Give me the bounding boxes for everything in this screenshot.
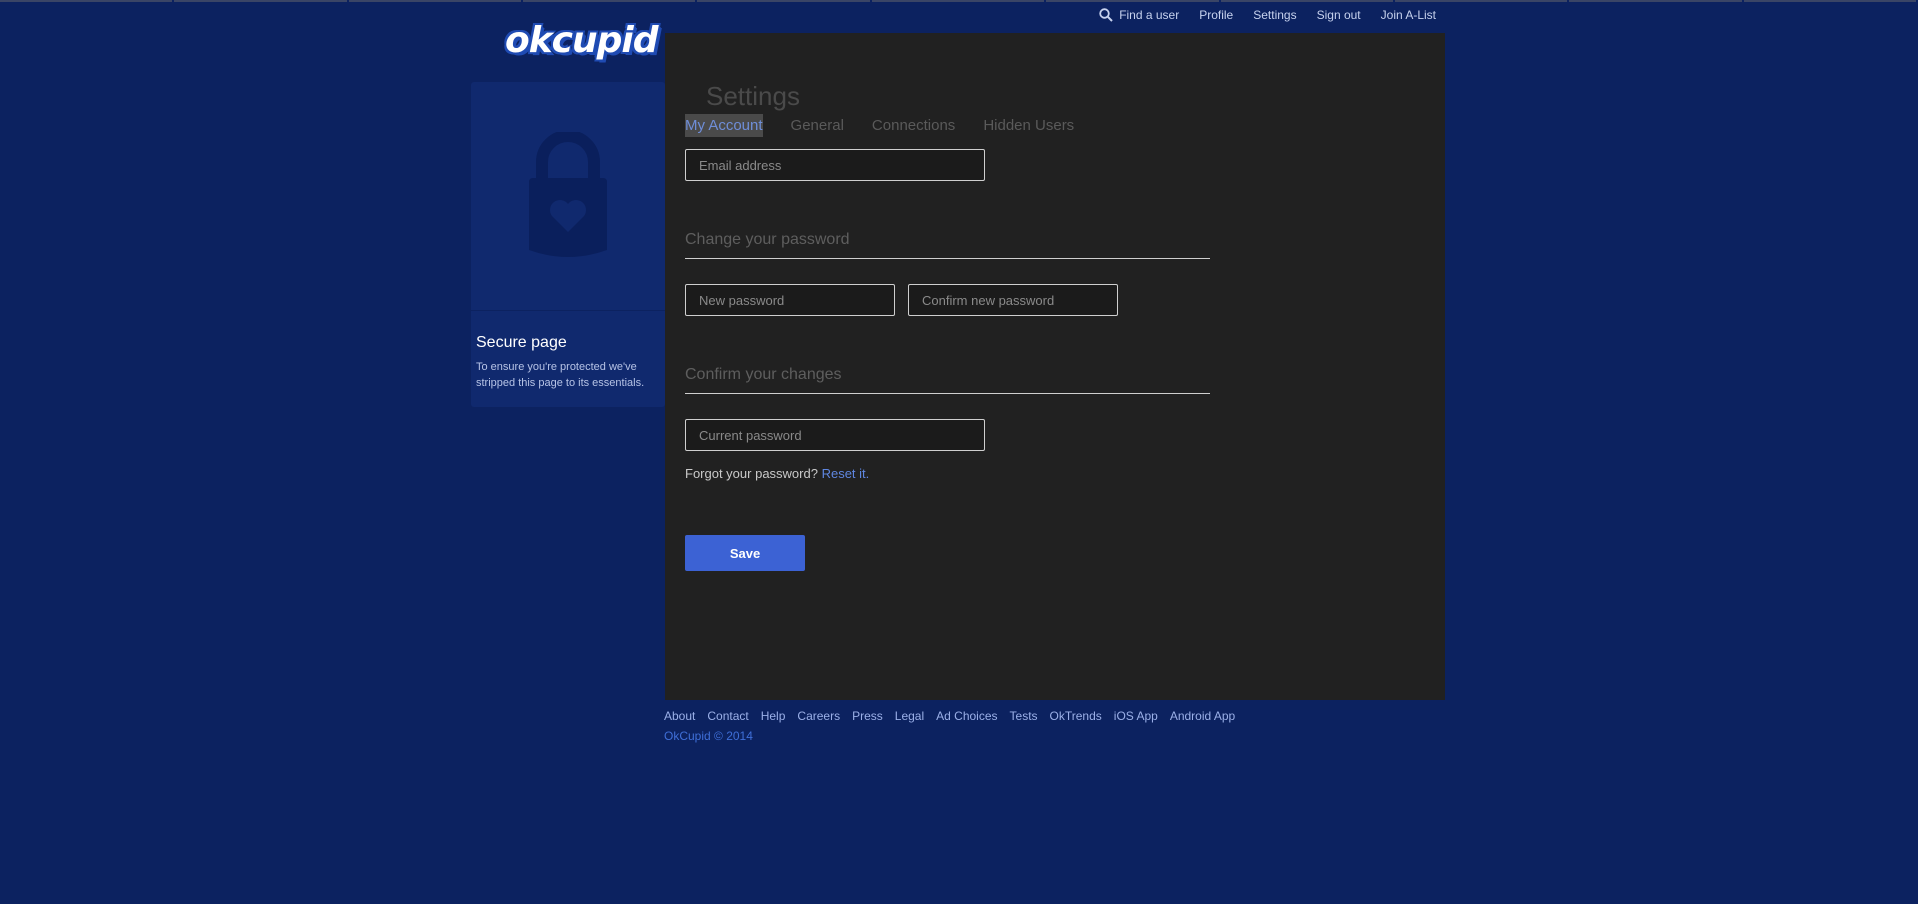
footer-link-about[interactable]: About	[664, 709, 695, 723]
settings-tabs: My Account General Connections Hidden Us…	[685, 114, 1102, 137]
settings-link[interactable]: Settings	[1253, 8, 1296, 22]
lock-illustration	[471, 82, 665, 311]
footer-link-press[interactable]: Press	[852, 709, 883, 723]
change-password-heading: Change your password	[685, 231, 850, 248]
settings-panel: Settings My Account General Connections …	[665, 33, 1445, 700]
footer-link-android-app[interactable]: Android App	[1170, 709, 1235, 723]
find-user-link[interactable]: Find a user	[1099, 8, 1179, 22]
footer-links: About Contact Help Careers Press Legal A…	[664, 709, 1247, 723]
footer-link-legal[interactable]: Legal	[895, 709, 924, 723]
confirm-changes-divider	[685, 393, 1210, 394]
profile-link[interactable]: Profile	[1199, 8, 1233, 22]
footer-link-ad-choices[interactable]: Ad Choices	[936, 709, 997, 723]
confirm-changes-heading: Confirm your changes	[685, 366, 842, 383]
search-icon	[1099, 8, 1113, 22]
sign-out-link[interactable]: Sign out	[1317, 8, 1361, 22]
footer-link-contact[interactable]: Contact	[707, 709, 748, 723]
okcupid-logo[interactable]: okcupid	[505, 20, 659, 61]
footer: About Contact Help Careers Press Legal A…	[664, 709, 1247, 743]
tab-connections[interactable]: Connections	[872, 114, 955, 137]
secure-page-sidebar: Secure page To ensure you're protected w…	[471, 82, 665, 407]
browser-tab-strip	[0, 0, 1918, 2]
new-password-field[interactable]	[685, 284, 895, 316]
tab-hidden-users[interactable]: Hidden Users	[983, 114, 1074, 137]
forgot-password-label: Forgot your password?	[685, 466, 818, 481]
footer-link-help[interactable]: Help	[761, 709, 786, 723]
current-password-field[interactable]	[685, 419, 985, 451]
footer-link-ios-app[interactable]: iOS App	[1114, 709, 1158, 723]
change-password-divider	[685, 258, 1210, 259]
lock-heart-icon	[529, 132, 607, 257]
tab-general[interactable]: General	[791, 114, 844, 137]
join-alist-link[interactable]: Join A-List	[1381, 8, 1436, 22]
reset-password-link[interactable]: Reset it.	[822, 466, 870, 481]
page-title: Settings	[706, 81, 800, 111]
footer-link-oktrends[interactable]: OkTrends	[1050, 709, 1102, 723]
email-field[interactable]	[685, 149, 985, 181]
footer-link-careers[interactable]: Careers	[797, 709, 840, 723]
confirm-new-password-field[interactable]	[908, 284, 1118, 316]
footer-link-tests[interactable]: Tests	[1010, 709, 1038, 723]
top-navigation: Find a user Profile Settings Sign out Jo…	[1099, 8, 1436, 22]
secure-page-description: To ensure you're protected we've strippe…	[476, 361, 645, 389]
tab-my-account[interactable]: My Account	[685, 114, 763, 137]
save-button[interactable]: Save	[685, 535, 805, 571]
copyright: OkCupid © 2014	[664, 729, 753, 743]
forgot-password-text: Forgot your password? Reset it.	[685, 466, 869, 481]
find-user-label: Find a user	[1119, 8, 1180, 22]
secure-page-title: Secure page	[476, 334, 567, 351]
